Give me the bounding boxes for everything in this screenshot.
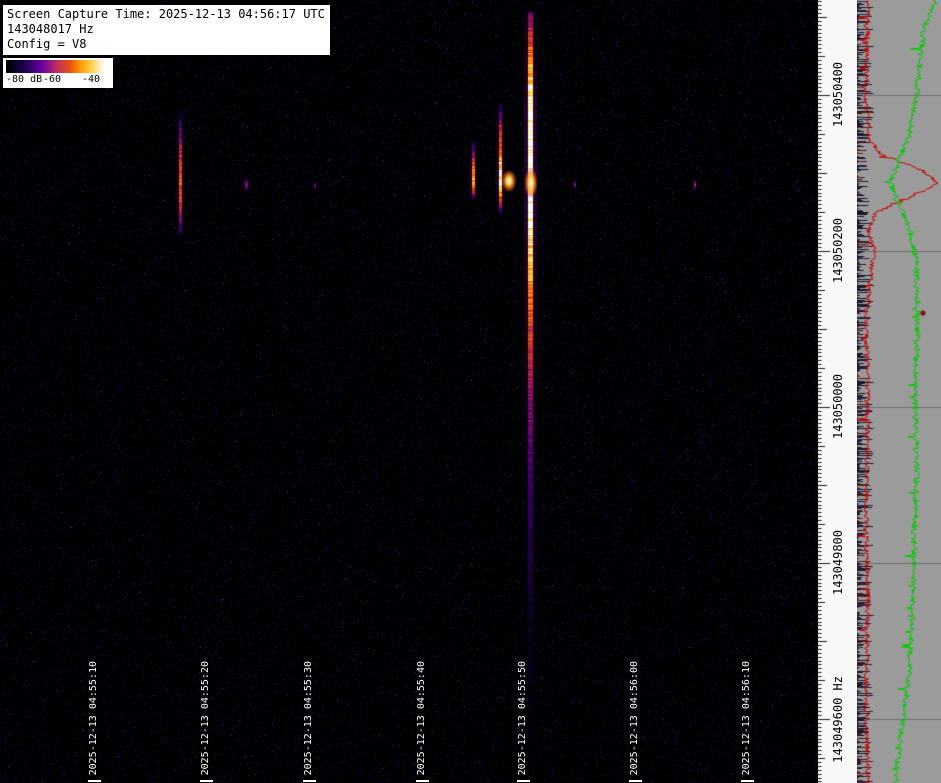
capture-frequency-text: 143048017 Hz <box>7 22 94 36</box>
legend-max-db-label: -40 <box>82 74 101 85</box>
capture-info-box: Screen Capture Time: 2025-12-13 04:56:17… <box>3 5 330 55</box>
time-tick-label: 2025-12-13 04:55:10 <box>88 660 99 775</box>
time-tick-mark <box>303 780 316 782</box>
time-tick-mark <box>88 780 101 782</box>
capture-time-text: Screen Capture Time: 2025-12-13 04:56:17… <box>7 7 325 21</box>
time-tick-label: 2025-12-13 04:55:20 <box>200 660 211 775</box>
spectrogram-canvas <box>0 0 818 783</box>
frequency-tick-label: 143050400 <box>831 62 845 128</box>
legend-mid-db-label: -60 <box>43 74 62 85</box>
time-tick-mark <box>200 780 213 782</box>
spectrum-side-panel <box>857 0 941 783</box>
time-tick-label: 2025-12-13 04:55:50 <box>517 660 528 775</box>
spectrum-capture-window: 2025-12-13 04:55:10 2025-12-13 04:55:20 20… <box>0 0 941 783</box>
time-tick-mark <box>416 780 429 782</box>
time-tick-mark <box>629 780 642 782</box>
frequency-tick-label: 143049800 <box>831 530 845 596</box>
colorbar-labels: -80 dB -60 -40 <box>6 74 110 86</box>
time-tick-label: 2025-12-13 04:56:00 <box>629 660 640 775</box>
legend-min-db-label: -80 dB <box>6 74 43 85</box>
time-tick-label: 2025-12-13 04:55:30 <box>303 660 314 775</box>
frequency-axis: 143050400 143050200 143050000 143049800 1430… <box>818 0 857 783</box>
frequency-tick-label: 143050000 <box>831 374 845 440</box>
time-tick-mark <box>741 780 754 782</box>
frequency-tick-label: 143049600 Hz <box>831 675 845 763</box>
frequency-tick-label: 143050200 <box>831 218 845 284</box>
time-tick-label: 2025-12-13 04:55:40 <box>416 660 427 775</box>
spectrogram-waterfall: 2025-12-13 04:55:10 2025-12-13 04:55:20 20… <box>0 0 818 783</box>
color-scale-legend: -80 dB -60 -40 <box>3 58 113 88</box>
time-tick-mark <box>517 780 530 782</box>
colorbar-gradient <box>6 60 109 73</box>
capture-config-text: Config = V8 <box>7 37 87 51</box>
spectrum-trace-canvas <box>857 0 941 783</box>
time-tick-label: 2025-12-13 04:56:10 <box>741 660 752 775</box>
